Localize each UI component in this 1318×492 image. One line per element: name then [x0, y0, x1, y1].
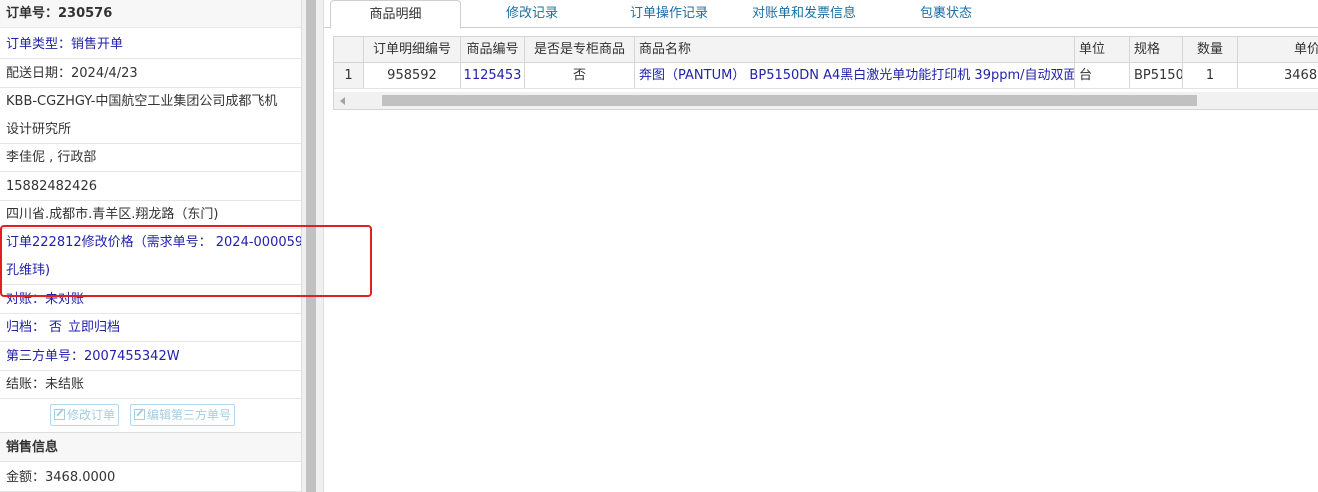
customer-row-1: KBB-CGZHGY-中国航空工业集团公司成都飞机: [0, 88, 301, 116]
phone-row: 15882482426: [0, 173, 301, 201]
cell-qty: 1: [1183, 63, 1238, 89]
grid-header[interactable]: 单位: [1075, 37, 1130, 63]
archive-now-link[interactable]: 立即归档: [68, 320, 120, 335]
order-type-value[interactable]: 销售开单: [71, 37, 123, 52]
tab-bar: 商品明细 修改记录 订单操作记录 对账单和发票信息 包裹状态: [324, 0, 1318, 29]
product-grid: 订单明细编号 商品编号 是否是专柜商品 商品名称 单位 规格 数量 单价 1 9…: [333, 36, 1318, 110]
tab-statement-invoice[interactable]: 对账单和发票信息: [739, 0, 869, 28]
reconcile-value[interactable]: 未对账: [45, 292, 84, 307]
cell-price: 3468.0000: [1238, 63, 1318, 89]
cell-is-counter: 否: [525, 63, 635, 89]
edit-icon: [134, 409, 145, 420]
delivery-date-row: 配送日期：2024/4/23: [0, 60, 301, 88]
order-type-label: 订单类型：: [6, 37, 72, 52]
tab-change-log[interactable]: 修改记录: [484, 0, 580, 28]
price-change-note-line1[interactable]: 订单222812修改价格（需求单号： 2024-000059: [6, 235, 301, 250]
note-row-1[interactable]: 订单222812修改价格（需求单号： 2024-000059: [0, 229, 301, 257]
scrollbar-thumb[interactable]: [382, 95, 1197, 106]
edit-order-button[interactable]: 修改订单: [50, 404, 120, 426]
sales-section-header: 销售信息: [0, 432, 301, 462]
grid-header-index: [334, 37, 364, 63]
row-index: 1: [334, 63, 364, 89]
settle-row: 结账：未结账: [0, 371, 301, 399]
third-party-row: 第三方单号：2007455342W: [0, 343, 301, 371]
cell-detail-id: 958592: [364, 63, 461, 89]
grid-header[interactable]: 单价: [1238, 37, 1318, 63]
settle-status: 结账：未结账: [6, 377, 85, 392]
sales-amount: 金额：3468.0000: [6, 470, 116, 485]
grid-horizontal-scrollbar[interactable]: [334, 92, 1318, 109]
customer-row-2: 设计研究所: [0, 116, 301, 144]
grid-header[interactable]: 商品编号: [461, 37, 525, 63]
grid-header[interactable]: 规格: [1130, 37, 1183, 63]
scroll-left-icon[interactable]: [340, 97, 345, 105]
scrollbar-thumb[interactable]: [306, 0, 316, 492]
third-party-number[interactable]: 2007455342W: [84, 349, 180, 364]
archive-label: 归档：: [6, 320, 46, 335]
price-change-note-line2[interactable]: 孔维玮): [6, 263, 50, 278]
order-number: 订单号：230576: [6, 6, 113, 21]
edit-third-party-label: 编辑第三方单号: [147, 408, 232, 422]
left-panel-scrollbar[interactable]: [302, 0, 324, 492]
edit-third-party-button[interactable]: 编辑第三方单号: [130, 404, 236, 426]
grid-header[interactable]: 商品名称: [635, 37, 1075, 63]
phone-number: 15882482426: [6, 179, 97, 194]
cell-unit: 台: [1075, 63, 1130, 89]
customer-name-line2: 设计研究所: [6, 122, 72, 137]
order-actions: 修改订单 编辑第三方单号: [0, 400, 301, 430]
archive-row: 归档：否立即归档: [0, 314, 301, 342]
order-info-panel: 订单号：230576 订单类型：销售开单 配送日期：2024/4/23 KBB-…: [0, 0, 302, 492]
edit-order-label: 修改订单: [67, 408, 116, 422]
order-type-row: 订单类型：销售开单: [0, 31, 301, 59]
grid-header[interactable]: 订单明细编号: [364, 37, 461, 63]
customer-name-line1: KBB-CGZHGY-中国航空工业集团公司成都飞机: [6, 94, 278, 109]
archive-value: 否: [49, 320, 63, 335]
note-row-2[interactable]: 孔维玮): [0, 257, 301, 285]
contact-row: 李佳伲 , 行政部: [0, 144, 301, 172]
tab-operation-log[interactable]: 订单操作记录: [616, 0, 722, 28]
third-party-label: 第三方单号：: [6, 349, 85, 364]
delivery-date: 配送日期：2024/4/23: [6, 66, 138, 81]
reconcile-row: 对账：未对账: [0, 286, 301, 314]
address: 四川省.成都市.青羊区.翔龙路（东门): [6, 207, 219, 222]
grid-header[interactable]: 是否是专柜商品: [525, 37, 635, 63]
order-number-row: 订单号：230576: [0, 0, 301, 28]
cell-product-name[interactable]: 奔图（PANTUM） BP5150DN A4黑白激光单功能打印机 39ppm/自…: [635, 63, 1075, 89]
amount-row: 金额：3468.0000: [0, 464, 301, 492]
contact-person: 李佳伲 , 行政部: [6, 150, 97, 165]
tab-package-status[interactable]: 包裹状态: [904, 0, 988, 28]
address-row: 四川省.成都市.青羊区.翔龙路（东门): [0, 201, 301, 229]
cell-product-id[interactable]: 1125453: [461, 63, 525, 89]
sales-section-title: 销售信息: [6, 440, 59, 455]
reconcile-label: 对账：: [6, 292, 46, 307]
grid-header[interactable]: 数量: [1183, 37, 1238, 63]
tab-product-details[interactable]: 商品明细: [330, 0, 461, 29]
edit-icon: [54, 409, 65, 420]
cell-spec: BP5150DN: [1130, 63, 1183, 89]
